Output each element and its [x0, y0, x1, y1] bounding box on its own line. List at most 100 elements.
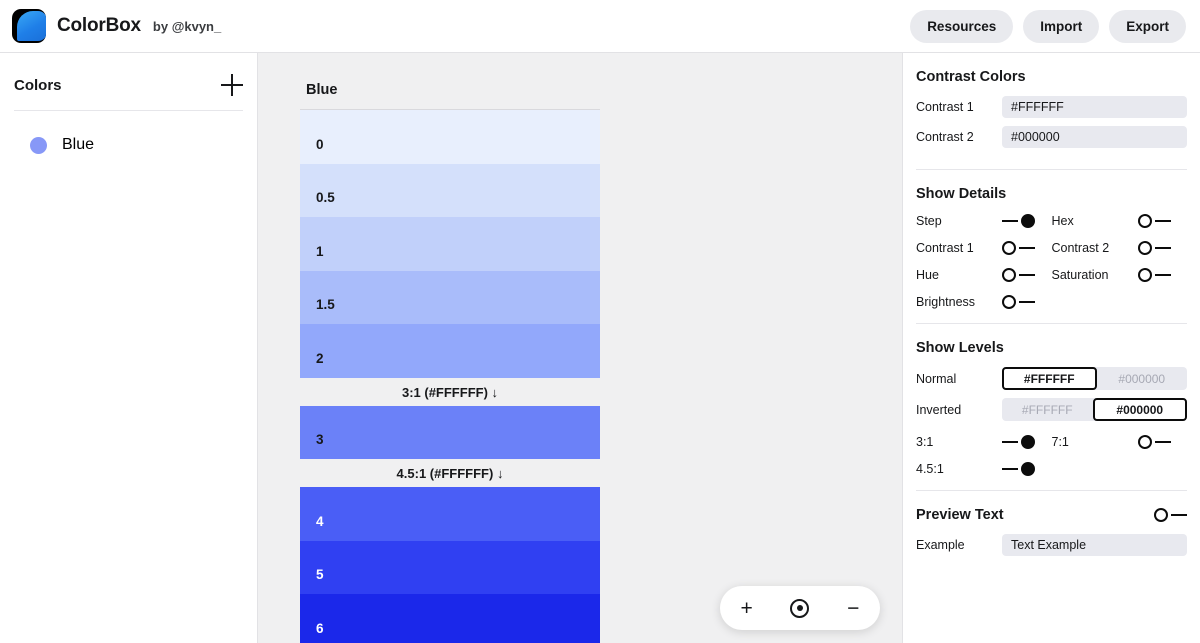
level-7-1-label: 7:1	[1051, 435, 1069, 449]
detail-contrast-1-toggle[interactable]	[1002, 240, 1035, 256]
swatch-step-label: 5	[316, 567, 324, 582]
contrast-1-label: Contrast 1	[916, 100, 974, 114]
level-3-1-row: 3:1	[916, 434, 1052, 450]
level-segment-row: Normal #FFFFFF #000000	[916, 367, 1187, 390]
color-swatch[interactable]: 0.5	[300, 163, 600, 217]
show-details-title: Show Details	[916, 186, 1007, 202]
detail-contrast-2-label: Contrast 2	[1051, 241, 1110, 255]
detail-step-toggle[interactable]	[1002, 213, 1035, 229]
detail-brightness-row: Brightness	[916, 294, 1052, 310]
detail-saturation-label: Saturation	[1051, 268, 1109, 282]
zoom-out-button[interactable]: −	[835, 590, 871, 626]
level-segments: Normal #FFFFFF #000000 Inverted #FFFFFF #0000…	[916, 367, 1187, 421]
swatch-step-label: 1.5	[316, 297, 335, 312]
brand-byline: by @kvyn_	[152, 18, 222, 34]
plus-icon[interactable]	[221, 74, 243, 96]
ratio-label: 3:1 (#FFFFFF)	[401, 384, 488, 400]
color-swatch[interactable]: 0	[300, 110, 600, 164]
color-swatch[interactable]: 1	[300, 217, 600, 271]
preview-text-toggle[interactable]	[1154, 507, 1187, 523]
scale-rows: 0 0.5 1 1.5 2 3:1 (#FFFFFF) ↓ 3 4.5:1 (#FFFFFF)…	[300, 110, 600, 643]
sidebar-header: Colors	[14, 53, 243, 111]
segment-option[interactable]: #000000	[1092, 398, 1187, 421]
sidebar-title: Colors	[14, 76, 62, 94]
arrow-down-icon: ↓	[491, 384, 499, 400]
swatch-step-label: 6	[316, 620, 324, 636]
color-item-label: Blue	[62, 136, 95, 153]
detail-hue-row: Hue	[916, 267, 1052, 283]
contrast-2-row: Contrast 2	[916, 126, 1187, 148]
contrast-ratio-marker: 3:1 (#FFFFFF) ↓	[300, 378, 600, 406]
show-levels-header: Show Levels	[916, 340, 1187, 356]
zoom-in-button[interactable]: +	[729, 590, 765, 626]
header-actions: Resources Import Export	[910, 9, 1186, 43]
color-swatch[interactable]: 3	[300, 405, 600, 459]
detail-contrast-1-label: Contrast 1	[916, 241, 974, 255]
detail-hex-toggle[interactable]	[1137, 213, 1171, 229]
resources-button[interactable]: Resources	[910, 9, 1014, 43]
swatch-step-label: 4	[316, 513, 324, 529]
contrast-1-input[interactable]	[1002, 96, 1187, 118]
export-button[interactable]: Export	[1109, 9, 1186, 43]
ratio-label: 4.5:1 (#FFFFFF)	[396, 466, 494, 481]
contrast-colors-header: Contrast Colors	[916, 69, 1187, 85]
color-swatch[interactable]: 6	[300, 594, 600, 643]
app-header: ColorBox by @kvyn_ Resources Import Expo…	[0, 0, 1200, 53]
brand-name: ColorBox	[57, 15, 141, 36]
contrast-2-input[interactable]	[1002, 126, 1187, 148]
show-levels-title: Show Levels	[916, 340, 1004, 356]
segment-option[interactable]: #000000	[1097, 367, 1188, 390]
show-levels-section: Show Levels Normal #FFFFFF #000000 Inverted…	[916, 324, 1187, 491]
color-swatch[interactable]: 1.5	[300, 270, 600, 324]
preview-example-input[interactable]	[1002, 534, 1187, 556]
show-details-header: Show Details	[916, 186, 1187, 202]
level-4-5-1-label: 4.5:1	[916, 462, 944, 476]
show-details-section: Show Details Step Hex Contrast 1 Contrast 2…	[916, 170, 1187, 324]
settings-panel: Contrast Colors Contrast 1 Contrast 2 Sh…	[902, 53, 1200, 643]
zoom-controls: + −	[720, 586, 880, 630]
preview-text-title: Preview Text	[916, 507, 1004, 523]
level-segment-row: Inverted #FFFFFF #000000	[916, 398, 1187, 421]
detail-saturation-toggle[interactable]	[1137, 267, 1171, 283]
segment-option[interactable]: #FFFFFF	[1002, 398, 1093, 421]
preview-example-label: Example	[916, 538, 965, 552]
detail-contrast-1-row: Contrast 1	[916, 240, 1052, 256]
detail-brightness-toggle[interactable]	[1002, 294, 1035, 310]
detail-step-row: Step	[916, 213, 1052, 229]
swatch-step-label: 1	[316, 243, 324, 259]
detail-contrast-2-toggle[interactable]	[1137, 240, 1171, 256]
color-swatch[interactable]: 5	[300, 540, 600, 594]
level-3-1-toggle[interactable]	[1002, 434, 1035, 450]
detail-hue-label: Hue	[916, 268, 939, 282]
level-segment-label: Normal	[916, 371, 957, 386]
color-swatch[interactable]: 2	[300, 324, 600, 378]
detail-brightness-label: Brightness	[916, 295, 976, 309]
level-3-1-label: 3:1	[916, 435, 934, 449]
level-4-5-1-row: 4.5:1	[916, 461, 1052, 477]
preview-text-section: Preview Text Example	[916, 491, 1187, 577]
level-7-1-toggle[interactable]	[1137, 434, 1171, 450]
contrast-2-label: Contrast 2	[916, 130, 974, 144]
detail-contrast-2-row: Contrast 2	[1052, 240, 1188, 256]
zoom-reset-button[interactable]	[782, 590, 818, 626]
preview-text-header: Preview Text	[916, 507, 1187, 523]
main-canvas: Blue 0 0.5 1 1.5 2 3:1 (#FFFFFF) ↓ 3 4.5:1 (#FF…	[258, 53, 902, 643]
app-body: Colors Blue Blue 0 0.5 1 1.5 2 3:1 (#FFFFFF) …	[0, 53, 1200, 643]
contrast-ratio-marker: 4.5:1 (#FFFFFF) ↓	[300, 459, 600, 487]
detail-hue-toggle[interactable]	[1002, 267, 1035, 283]
segment-option[interactable]: #FFFFFF	[1002, 367, 1097, 390]
preview-example-row: Example	[916, 534, 1187, 556]
level-toggles: 3:1 7:1 4.5:1	[916, 434, 1187, 477]
brand: ColorBox by @kvyn_	[12, 9, 221, 43]
scale-title: Blue	[300, 53, 600, 110]
level-4-5-1-toggle[interactable]	[1002, 461, 1035, 477]
color-swatch[interactable]: 4	[300, 487, 600, 541]
contrast-colors-section: Contrast Colors Contrast 1 Contrast 2	[916, 53, 1187, 170]
contrast-1-row: Contrast 1	[916, 96, 1187, 118]
swatch-step-label: 3	[316, 432, 324, 447]
import-button[interactable]: Import	[1023, 9, 1100, 43]
colorbox-logo-icon	[12, 9, 46, 43]
swatch-step-label: 2	[316, 350, 324, 366]
color-swatch-dot	[30, 136, 47, 154]
color-list-item[interactable]: Blue	[14, 126, 243, 164]
